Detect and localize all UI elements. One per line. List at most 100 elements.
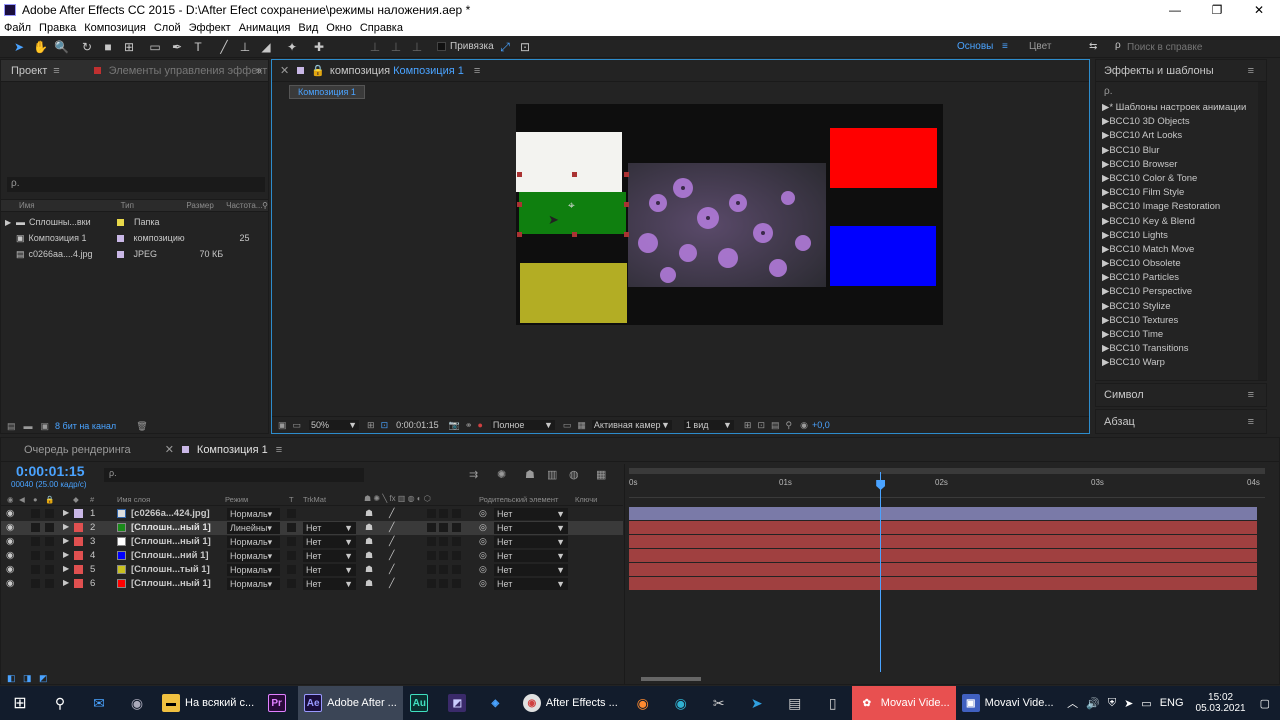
eye-icon[interactable]: ◉ — [6, 578, 14, 589]
taskbar-item[interactable]: ▬ На всякий с... — [156, 686, 260, 720]
preserve-transparency-toggle[interactable] — [287, 579, 296, 588]
shy-switch-icon[interactable]: ☗ — [365, 550, 373, 561]
taskbar-item[interactable]: ◩ — [441, 686, 479, 720]
solo-toggle[interactable] — [31, 551, 40, 560]
layer-name[interactable]: [Сплошн...ный 1] — [131, 522, 211, 533]
toggle-in-out-icon[interactable]: ◩ — [39, 673, 48, 684]
playhead[interactable] — [876, 472, 886, 672]
pick-whip-icon[interactable]: ◎ — [479, 522, 487, 533]
close-tab-icon[interactable]: ✕ — [165, 443, 174, 456]
minimize-button[interactable]: — — [1154, 0, 1196, 20]
pick-whip-icon[interactable]: ◎ — [479, 536, 487, 547]
motion-blur-toggle[interactable] — [452, 565, 461, 574]
close-button[interactable]: ✕ — [1238, 0, 1280, 20]
network-icon[interactable]: ▭ — [1141, 697, 1151, 710]
snap-checkbox[interactable] — [437, 42, 446, 51]
rectangle-tool-icon[interactable]: ▭ — [148, 40, 162, 54]
transform-handle[interactable] — [572, 172, 577, 177]
quality-switch-icon[interactable]: ╱ — [389, 564, 394, 575]
project-menu-icon[interactable]: ≡ — [53, 65, 59, 77]
effects-category[interactable]: ▶BCC10 Blur — [1096, 145, 1266, 159]
lock-toggle[interactable] — [45, 509, 54, 518]
fast-previews-icon[interactable]: ⊡ — [757, 420, 765, 431]
workspace-essentials[interactable]: Основы — [957, 41, 993, 52]
paragraph-menu-icon[interactable]: ≡ — [1248, 416, 1254, 428]
3d-layer-toggle[interactable] — [439, 565, 448, 574]
new-composition-icon[interactable]: ▣ — [41, 421, 50, 432]
shy-layers-icon[interactable]: ☗ — [525, 468, 535, 481]
region-icon[interactable]: ⊡ — [381, 420, 389, 431]
layer-row[interactable]: ◉ ▶ 6 [Сплошн...ный 1] Нормаль▾ Нет ▼ ☗ ╱… — [1, 577, 623, 591]
adjustment-toggle[interactable] — [427, 523, 436, 532]
parent-dropdown[interactable]: Нет ▼ — [494, 508, 568, 520]
layer-row[interactable]: ◉ ▶ 5 [Сплошн...тый 1] Нормаль▾ Нет ▼ ☗ ╱… — [1, 563, 623, 577]
toggle-modes-icon[interactable]: ◨ — [23, 673, 32, 684]
effects-category[interactable]: ▶BCC10 Film Style — [1096, 187, 1266, 201]
layer-label-color[interactable] — [74, 579, 83, 588]
motion-blur-toggle[interactable] — [452, 551, 461, 560]
3d-layer-toggle[interactable] — [439, 579, 448, 588]
motion-blur-toggle[interactable] — [452, 537, 461, 546]
safe-margins-icon[interactable]: ⊞ — [367, 420, 375, 431]
label-color-swatch[interactable] — [116, 250, 124, 258]
tab-render-queue[interactable]: Очередь рендеринга — [24, 444, 131, 456]
column-rate[interactable]: Частота... — [226, 201, 262, 210]
solo-toggle[interactable] — [31, 509, 40, 518]
type-tool-icon[interactable]: T — [191, 40, 205, 54]
layer-label-color[interactable] — [74, 509, 83, 518]
column-name[interactable]: Имя — [19, 201, 99, 210]
column-parent[interactable]: Родительский элемент — [479, 495, 558, 504]
lock-column-icon[interactable]: 🔒 — [45, 495, 54, 504]
preserve-transparency-toggle[interactable] — [287, 537, 296, 546]
taskbar-item[interactable]: ▣ Movavi Vide... — [956, 686, 1060, 720]
quality-switch-icon[interactable]: ╱ — [389, 550, 394, 561]
project-item[interactable]: ▶ ▬ Сплошны...вки Папка — [1, 214, 268, 230]
preserve-transparency-toggle[interactable] — [287, 523, 296, 532]
layer-label-color[interactable] — [74, 523, 83, 532]
work-area-bar[interactable] — [629, 468, 1265, 474]
layer-bounding-box[interactable]: ⌖ — [517, 172, 629, 237]
character-panel[interactable]: Символ ≡ — [1095, 383, 1267, 407]
new-folder-icon[interactable]: ▬ — [24, 421, 33, 431]
expand-arrow-icon[interactable]: ▶ — [63, 508, 69, 517]
layer-name[interactable]: [c0266a...424.jpg] — [131, 508, 210, 519]
bit-depth-button[interactable]: 8 бит на канал — [55, 421, 116, 431]
project-item[interactable]: ▤ c0266aa....4.jpg JPEG 70 КБ — [1, 246, 268, 262]
taskbar-item[interactable]: Ae Adobe After ... — [298, 686, 403, 720]
transform-handle[interactable] — [624, 232, 629, 237]
blend-mode-dropdown[interactable]: Нормаль▾ — [227, 550, 280, 562]
effects-category[interactable]: ▶* Шаблоны настроек анимации — [1096, 102, 1266, 116]
flower-photo-layer[interactable] — [628, 163, 826, 287]
frame-blending-icon[interactable]: ▥ — [547, 468, 557, 481]
motion-blur-toggle[interactable] — [452, 523, 461, 532]
anchor-point-icon[interactable]: ⌖ — [568, 198, 575, 213]
lock-toggle[interactable] — [45, 523, 54, 532]
taskbar-mail[interactable]: ✉ — [80, 686, 118, 720]
layer-name[interactable]: [Сплошн...ный 1] — [131, 536, 211, 547]
blend-mode-dropdown[interactable]: Нормаль▾ — [227, 578, 280, 590]
project-flow-icon[interactable]: ⚲ — [262, 201, 268, 210]
column-trkmat[interactable]: TrkMat — [303, 495, 326, 504]
eye-icon[interactable]: ◉ — [6, 508, 14, 519]
column-layer-name[interactable]: Имя слоя — [117, 495, 150, 504]
trkmat-dropdown[interactable]: Нет ▼ — [303, 564, 356, 576]
menu-file[interactable]: Файл — [4, 22, 31, 34]
project-search-input[interactable]: ρ. — [7, 177, 265, 192]
parent-dropdown[interactable]: Нет ▼ — [494, 536, 568, 548]
volume-icon[interactable]: 🔊 — [1086, 697, 1100, 710]
parent-dropdown[interactable]: Нет ▼ — [494, 522, 568, 534]
red-solid-layer[interactable] — [830, 128, 937, 188]
puppet-pin-tool-icon[interactable]: ✚ — [312, 40, 326, 54]
timeline-timecode[interactable]: 0:00:01:15 — [16, 463, 85, 479]
effects-category[interactable]: ▶BCC10 Art Looks — [1096, 130, 1266, 144]
comp-timecode[interactable]: 0:00:01:15 — [396, 420, 439, 430]
blend-mode-dropdown[interactable]: Линейны▾ — [227, 522, 280, 534]
label-color-swatch[interactable] — [117, 218, 124, 226]
layer-row[interactable]: ◉ ▶ 4 [Сплошн...ний 1] Нормаль▾ Нет ▼ ☗ ╱… — [1, 549, 623, 563]
transform-handle[interactable] — [517, 202, 522, 207]
rotate-tool-icon[interactable]: ↻ — [80, 40, 94, 54]
timeline-zoom-slider[interactable] — [641, 677, 701, 681]
adjustment-toggle[interactable] — [427, 551, 436, 560]
adjustment-toggle[interactable] — [427, 565, 436, 574]
taskbar-item[interactable]: Pr — [260, 686, 298, 720]
